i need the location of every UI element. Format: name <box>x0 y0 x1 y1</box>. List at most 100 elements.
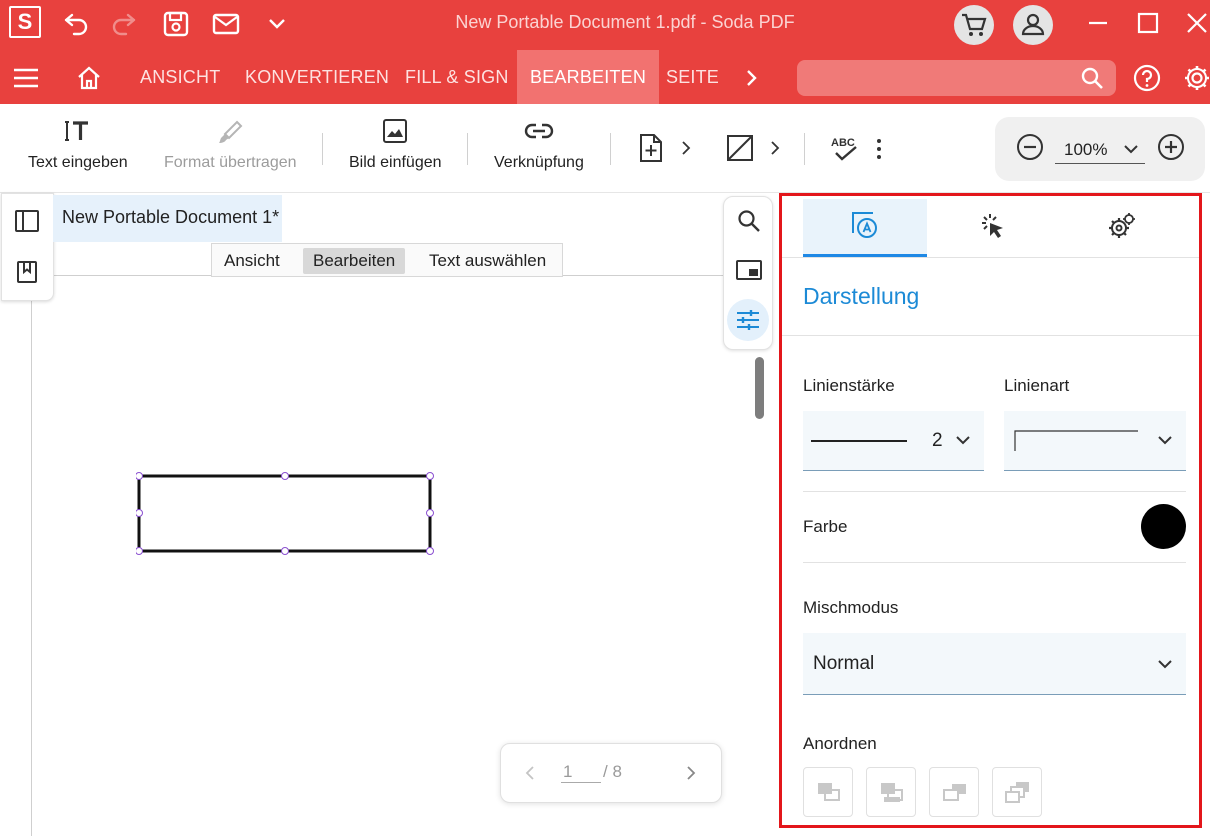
redact-icon[interactable] <box>725 133 755 163</box>
line-width-preview <box>811 440 907 442</box>
cart-icon <box>962 13 987 36</box>
color-swatch[interactable] <box>1141 504 1186 549</box>
tab-actions[interactable] <box>931 199 1055 257</box>
soda-pdf-logo[interactable]: S <box>9 6 41 38</box>
tab-divider <box>782 257 1199 258</box>
mode-ansicht[interactable]: Ansicht <box>214 248 290 274</box>
undo-icon[interactable] <box>60 12 90 36</box>
bring-to-front-button[interactable] <box>803 767 853 817</box>
tab-appearance[interactable] <box>803 199 927 257</box>
chevron-right-icon[interactable] <box>744 68 760 88</box>
user-icon <box>1021 13 1045 36</box>
hamburger-menu-icon[interactable] <box>13 67 39 89</box>
menu-bearbeiten[interactable]: BEARBEITEN <box>517 50 660 104</box>
line-width-label: Linienstärke <box>803 376 895 395</box>
document-tab[interactable]: New Portable Document 1* <box>53 195 282 242</box>
bookmark-icon[interactable] <box>16 260 38 284</box>
search-icon[interactable] <box>1080 66 1104 90</box>
redo-icon <box>110 12 140 36</box>
text-entry-button[interactable]: Text eingeben <box>28 154 128 172</box>
send-to-back-button[interactable] <box>992 767 1042 817</box>
menu-fill-sign[interactable]: FILL & SIGN <box>405 50 509 104</box>
properties-panel: Darstellung Linienstärke Linienart 2 Far… <box>779 193 1202 828</box>
mode-switcher: Ansicht Bearbeiten Text auswählen <box>211 243 563 277</box>
sliders-icon <box>737 310 759 330</box>
page-view-icon[interactable] <box>735 258 763 282</box>
send-backward-icon <box>943 784 966 801</box>
line-width-dropdown[interactable]: 2 <box>803 411 984 471</box>
bring-to-front-icon <box>818 783 840 801</box>
link-button[interactable]: Verknüpfung <box>494 154 584 172</box>
text-entry-icon <box>64 120 90 142</box>
help-icon[interactable] <box>1133 64 1161 92</box>
appearance-icon <box>852 212 877 238</box>
toolbar-divider <box>804 133 805 165</box>
format-transfer-button[interactable]: Format übertragen <box>164 154 297 172</box>
chevron-right-icon[interactable] <box>769 140 781 156</box>
chevron-down-icon <box>1158 660 1172 669</box>
toolbar-divider <box>610 133 611 165</box>
line-style-dropdown[interactable] <box>1004 411 1186 471</box>
rectangle-annotation[interactable] <box>136 472 436 556</box>
more-options-icon[interactable] <box>874 138 884 160</box>
cursor-click-icon <box>982 214 1003 238</box>
close-icon[interactable] <box>1186 12 1208 34</box>
svg-text:ABC: ABC <box>831 137 855 149</box>
zoom-in-icon[interactable] <box>1157 133 1185 161</box>
chevron-right-icon[interactable] <box>680 140 692 156</box>
search-icon[interactable] <box>737 209 761 233</box>
insert-image-button[interactable]: Bild einfügen <box>349 154 442 172</box>
page-navigator: 1 / 8 <box>500 743 722 803</box>
save-icon[interactable] <box>163 11 189 37</box>
section-divider <box>782 335 1199 336</box>
zoom-out-icon[interactable] <box>1016 133 1044 161</box>
blend-mode-dropdown[interactable]: Normal <box>803 633 1186 695</box>
menu-konvertieren[interactable]: KONVERTIEREN <box>245 50 389 104</box>
sidebar-toggle-icon[interactable] <box>14 209 40 233</box>
spellcheck-icon[interactable]: ABC <box>830 134 860 164</box>
account-button[interactable] <box>1013 5 1053 45</box>
toolbar-divider <box>467 133 468 165</box>
mail-icon[interactable] <box>212 13 240 35</box>
format-brush-icon <box>217 119 243 145</box>
zoom-select[interactable]: 100% <box>1055 137 1145 164</box>
home-icon[interactable] <box>76 65 102 91</box>
chevron-down-icon[interactable] <box>266 16 288 32</box>
blend-mode-value: Normal <box>813 653 875 674</box>
divider <box>803 491 1186 492</box>
vertical-scrollbar[interactable] <box>755 357 764 419</box>
line-style-preview <box>1014 430 1138 451</box>
chevron-down-icon <box>956 436 970 445</box>
next-page-icon[interactable] <box>685 765 697 781</box>
maximize-icon[interactable] <box>1137 12 1159 34</box>
mode-bearbeiten[interactable]: Bearbeiten <box>303 248 406 274</box>
page-number-input[interactable]: 1 <box>561 762 601 783</box>
bring-forward-icon <box>881 783 903 802</box>
line-style-label: Linienart <box>1004 376 1070 395</box>
bring-forward-button[interactable] <box>866 767 916 817</box>
zoom-value: 100% <box>1064 140 1108 159</box>
menu-ansicht[interactable]: ANSICHT <box>140 50 220 104</box>
color-label: Farbe <box>803 517 848 536</box>
gears-icon <box>1109 213 1135 238</box>
mode-text-auswaehlen[interactable]: Text auswählen <box>419 248 556 274</box>
tab-settings[interactable] <box>1059 199 1183 257</box>
link-icon <box>523 121 555 141</box>
properties-button[interactable] <box>727 299 769 341</box>
settings-gear-icon[interactable] <box>1183 64 1210 92</box>
send-to-back-icon <box>1005 782 1029 803</box>
previous-page-icon[interactable] <box>524 765 536 781</box>
toolbar-divider <box>322 133 323 165</box>
line-width-value: 2 <box>932 430 943 451</box>
cart-button[interactable] <box>954 5 994 45</box>
divider <box>803 562 1186 563</box>
search-input[interactable] <box>797 60 1116 96</box>
chevron-down-icon <box>1158 436 1172 445</box>
window-title: New Portable Document 1.pdf - Soda PDF <box>455 12 795 32</box>
send-backward-button[interactable] <box>929 767 979 817</box>
add-page-icon[interactable] <box>637 133 665 163</box>
arrange-label: Anordnen <box>803 734 877 753</box>
minimize-icon[interactable] <box>1087 12 1109 34</box>
image-icon <box>382 118 408 144</box>
menu-seite[interactable]: SEITE <box>666 50 719 104</box>
